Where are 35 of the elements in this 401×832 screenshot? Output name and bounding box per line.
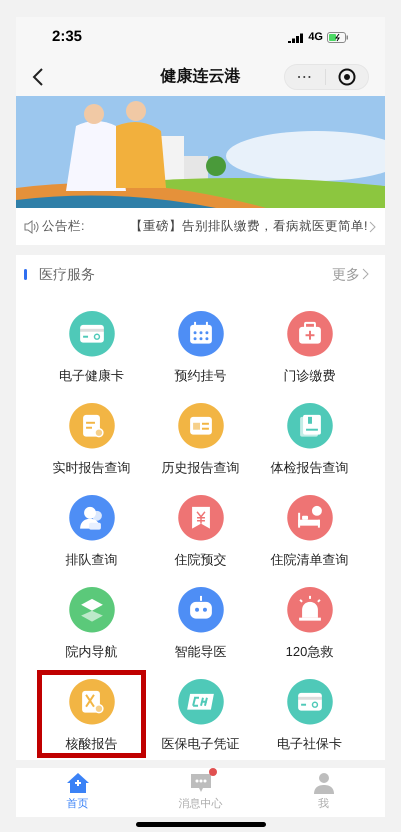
- tab[interactable]: 首页: [16, 768, 139, 817]
- signal-icon: [288, 32, 304, 42]
- service-item[interactable]: 排队查询: [37, 486, 146, 574]
- service-item[interactable]: 实时报告查询: [37, 394, 146, 482]
- notice-text: 【重磅】告别排队缴费，看病就医更简单!: [130, 218, 368, 236]
- chevron-right-icon: [369, 220, 377, 232]
- notice-bar[interactable]: 公告栏: 【重磅】告别排队缴费，看病就医更简单!: [16, 208, 385, 245]
- page-title: 健康连云港: [160, 66, 240, 87]
- service-item[interactable]: 住院预交: [146, 486, 255, 574]
- service-item[interactable]: 核酸报告: [37, 670, 146, 758]
- service-item[interactable]: 体检报告查询: [255, 394, 364, 482]
- service-item[interactable]: 住院清单查询: [255, 486, 364, 574]
- more-button[interactable]: ···: [285, 68, 325, 86]
- service-item[interactable]: 院内导航: [37, 578, 146, 666]
- service-item[interactable]: 历史报告查询: [146, 394, 255, 482]
- service-item[interactable]: 医保电子凭证: [146, 670, 255, 758]
- section-title: 医疗服务: [39, 264, 95, 284]
- home-icon: [66, 772, 90, 794]
- chat-icon: [188, 772, 212, 794]
- status-time: 2:35: [52, 27, 82, 48]
- service-item[interactable]: 电子社保卡: [255, 670, 364, 758]
- section-marker: [24, 268, 27, 280]
- service-item[interactable]: 电子健康卡: [37, 302, 146, 390]
- battery-icon: [327, 32, 349, 43]
- service-item[interactable]: 预约挂号: [146, 302, 255, 390]
- close-icon[interactable]: [338, 68, 356, 86]
- chevron-right-icon: [362, 268, 369, 280]
- service-item[interactable]: 智能导医: [146, 578, 255, 666]
- service-item[interactable]: 120急救: [255, 578, 364, 666]
- service-item[interactable]: 门诊缴费: [255, 302, 364, 390]
- user-icon: [312, 772, 336, 794]
- network-label: 4G: [308, 30, 323, 46]
- notice-label: 公告栏:: [42, 218, 86, 236]
- speaker-icon: [24, 220, 40, 234]
- back-icon[interactable]: [32, 67, 44, 87]
